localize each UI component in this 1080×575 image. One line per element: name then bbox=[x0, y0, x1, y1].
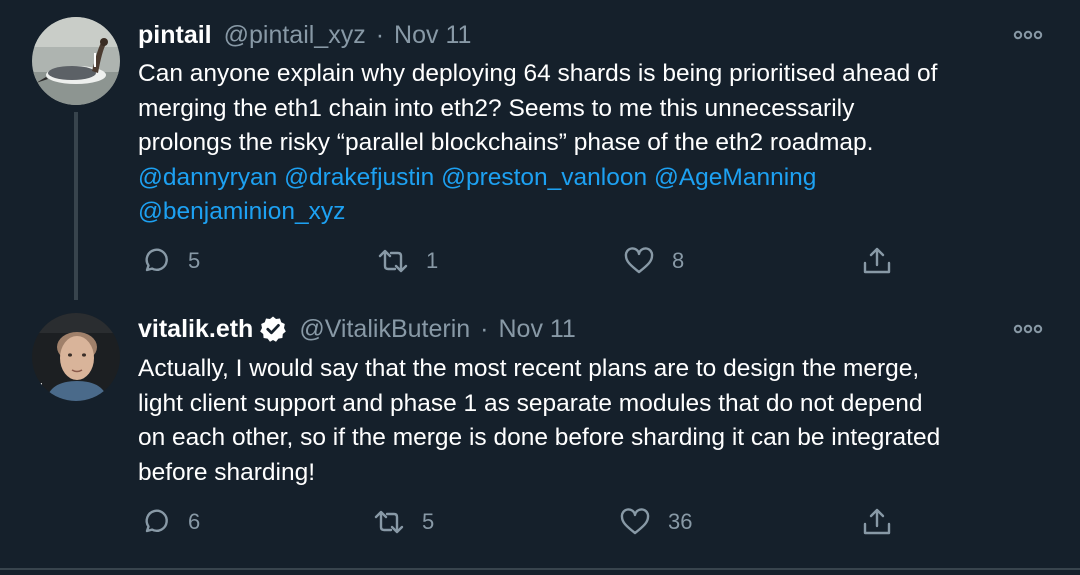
verified-badge-icon bbox=[259, 315, 287, 343]
tweet-header: vitalik.eth @VitalikButerin · Nov 11 bbox=[138, 312, 576, 346]
reply-button[interactable]: 5 bbox=[138, 244, 200, 278]
mention-link[interactable]: @dannyryan bbox=[138, 164, 277, 191]
tweet-thread: pintail @pintail_xyz · Nov 11 Can anyone… bbox=[0, 0, 1080, 575]
share-icon bbox=[863, 247, 891, 274]
avatar[interactable] bbox=[32, 313, 120, 401]
tweet-text: Actually, I would say that the most rece… bbox=[138, 352, 1053, 490]
reply-count: 5 bbox=[188, 248, 201, 273]
retweet-count: 5 bbox=[422, 509, 435, 534]
retweet-button[interactable]: 1 bbox=[376, 244, 438, 278]
share-button[interactable] bbox=[860, 505, 894, 539]
tweet-text-line: before sharding! bbox=[138, 458, 316, 486]
tweet-text-line: on each other, so if the merge is done b… bbox=[138, 424, 941, 451]
mention-link[interactable]: @benjaminion_xyz bbox=[138, 198, 345, 225]
tweet-text-line: Can anyone explain why deploying 64 shar… bbox=[138, 60, 938, 87]
action-bar: 6 5 36 bbox=[138, 505, 918, 539]
more-options-icon[interactable] bbox=[1012, 25, 1044, 45]
reply-button[interactable]: 6 bbox=[138, 505, 200, 539]
more-options-icon[interactable] bbox=[1012, 319, 1044, 339]
tweet-pintail[interactable]: pintail @pintail_xyz · Nov 11 Can anyone… bbox=[0, 0, 1080, 300]
retweet-count: 1 bbox=[426, 248, 439, 273]
like-count: 8 bbox=[672, 248, 685, 273]
mention-link[interactable]: @drakefjustin bbox=[284, 164, 434, 191]
display-name[interactable]: vitalik.eth bbox=[138, 315, 253, 344]
like-count: 36 bbox=[668, 509, 693, 534]
action-bar: 5 1 8 bbox=[138, 244, 918, 278]
tweet-header: pintail @pintail_xyz · Nov 11 bbox=[138, 18, 471, 52]
share-icon bbox=[863, 508, 891, 535]
retweet-icon bbox=[374, 510, 404, 534]
retweet-button[interactable]: 5 bbox=[372, 505, 434, 539]
mention-link[interactable]: @AgeManning bbox=[654, 164, 816, 191]
tweet-text-line: prolongs the risky “parallel blockchains… bbox=[138, 129, 874, 156]
heart-icon bbox=[624, 247, 654, 274]
reply-icon bbox=[145, 248, 168, 272]
thread-connector bbox=[74, 112, 78, 300]
share-button[interactable] bbox=[860, 244, 894, 278]
tweet-vitalik[interactable]: vitalik.eth @VitalikButerin · Nov 11 Act… bbox=[0, 300, 1080, 575]
tweet-date[interactable]: Nov 11 bbox=[394, 21, 471, 50]
avatar[interactable] bbox=[32, 17, 120, 105]
reply-icon bbox=[145, 509, 168, 533]
header-separator: · bbox=[480, 314, 489, 343]
divider bbox=[0, 568, 1080, 570]
mention-line: @benjaminion_xyz bbox=[138, 195, 1053, 230]
tweet-date[interactable]: Nov 11 bbox=[498, 315, 575, 344]
retweet-icon bbox=[378, 249, 408, 273]
like-button[interactable]: 36 bbox=[618, 505, 692, 539]
header-separator: · bbox=[375, 20, 385, 49]
like-button[interactable]: 8 bbox=[622, 244, 684, 278]
tweet-text-line: merging the eth1 chain into eth2? Seems … bbox=[138, 94, 855, 122]
user-handle[interactable]: @pintail_xyz bbox=[224, 21, 366, 50]
mention-link[interactable]: @preston_vanloon bbox=[441, 164, 647, 191]
mention-line: @dannyryan @drakefjustin @preston_vanloo… bbox=[138, 161, 1053, 196]
duck-avatar-icon bbox=[32, 17, 120, 105]
user-handle[interactable]: @VitalikButerin bbox=[299, 315, 470, 344]
heart-icon bbox=[620, 508, 650, 535]
person-avatar-icon bbox=[32, 313, 120, 401]
tweet-text-line: Actually, I would say that the most rece… bbox=[138, 355, 920, 382]
display-name[interactable]: pintail bbox=[138, 21, 212, 50]
tweet-text-line: light client support and phase 1 as sepa… bbox=[138, 389, 923, 417]
tweet-text: Can anyone explain why deploying 64 shar… bbox=[138, 57, 1053, 230]
reply-count: 6 bbox=[188, 509, 201, 534]
